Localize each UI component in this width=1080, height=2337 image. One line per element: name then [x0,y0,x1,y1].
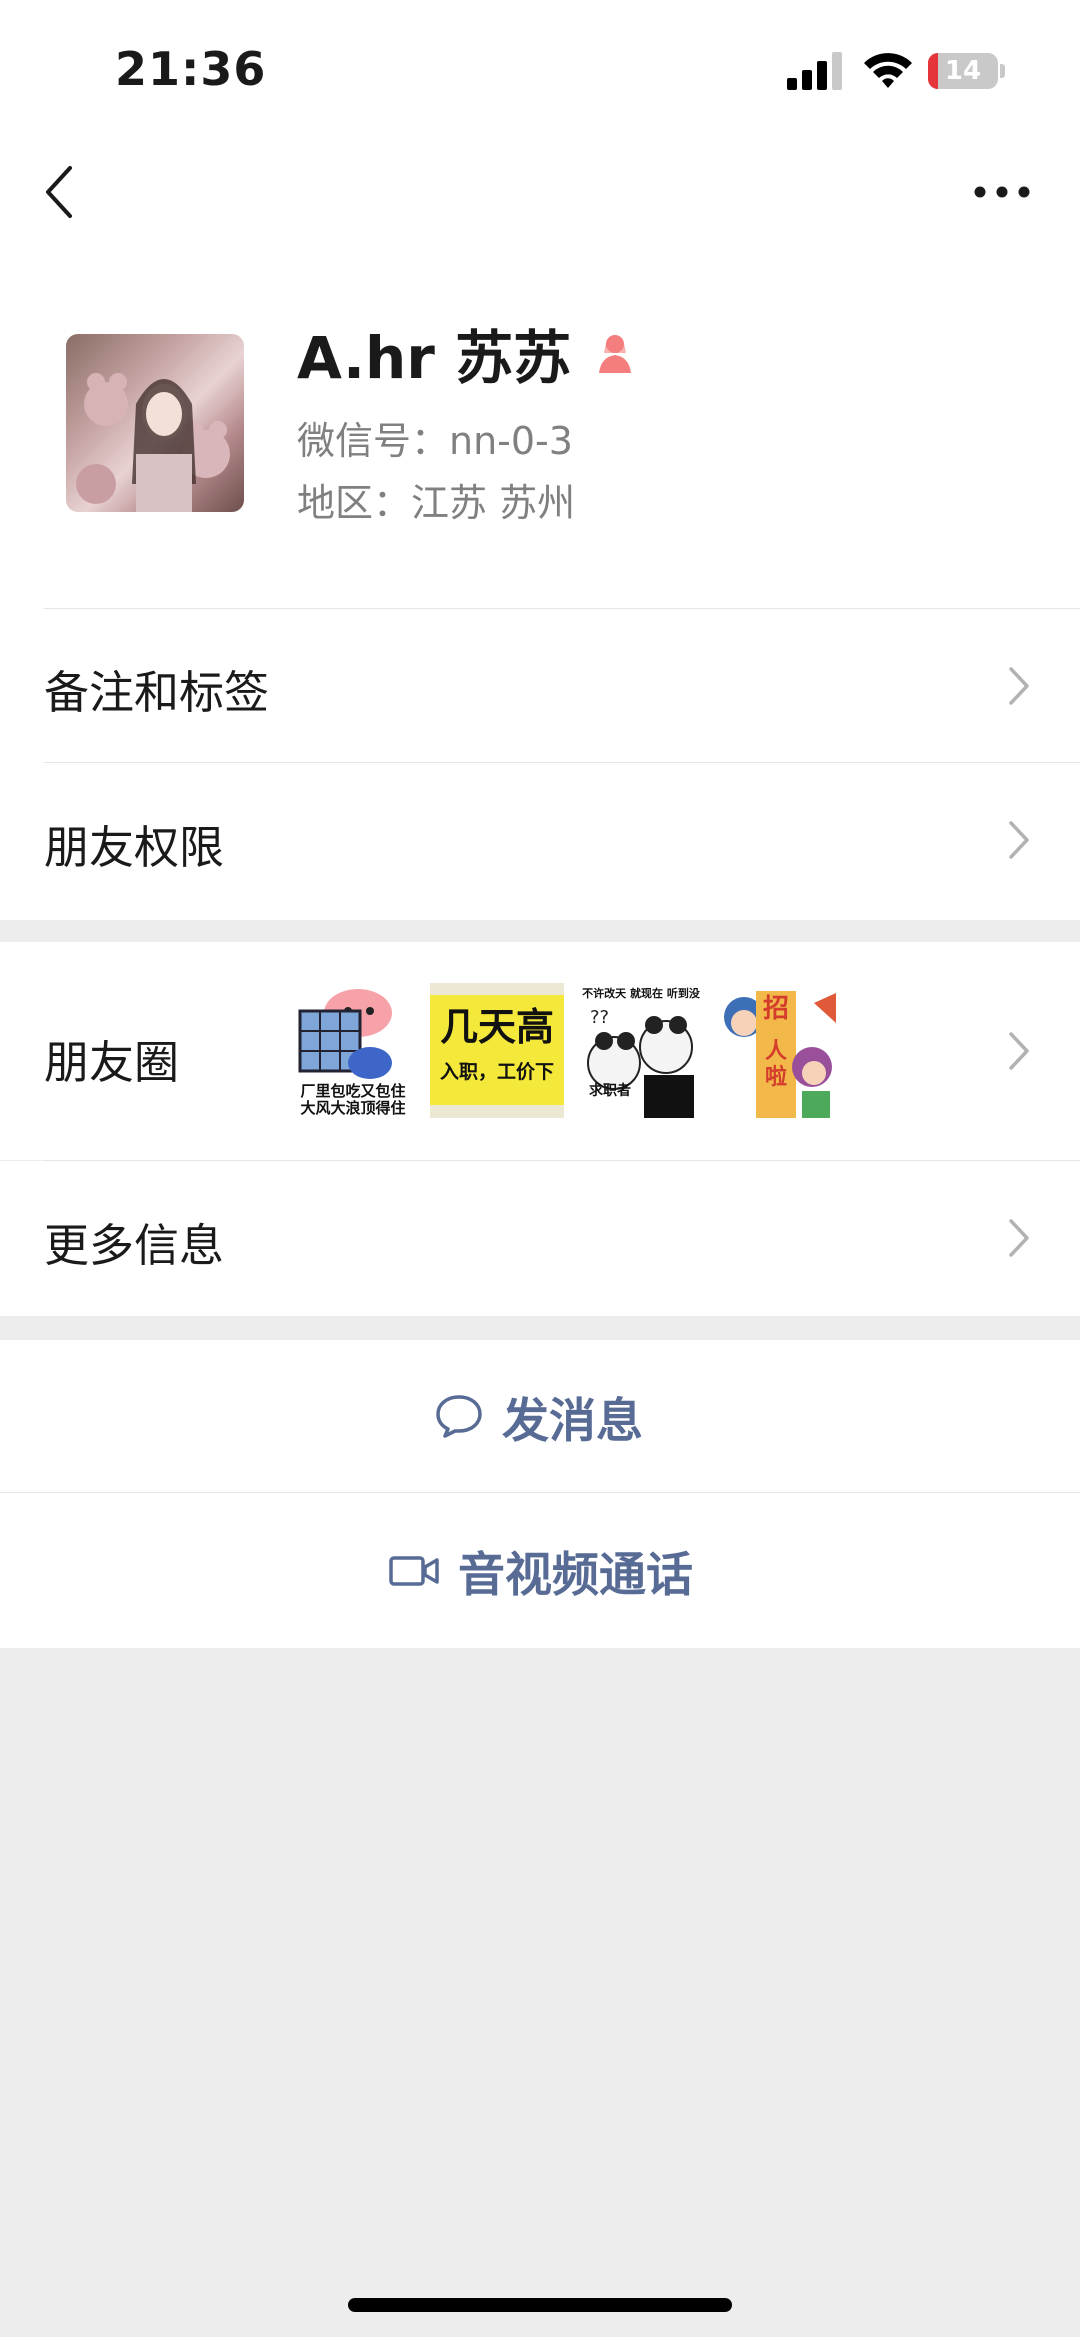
cellular-signal-icon [787,52,842,90]
moments-thumbnails[interactable]: 厂里包吃又包住 大风大浪顶得住 几天高 入职，工价下 不许改天 就现在 听到没 … [286,983,852,1118]
thumb-caption: 大风大浪顶得住 [300,1099,406,1117]
video-camera-icon [389,1555,439,1586]
av-call-label: 音视频通话 [458,1548,693,1603]
moments-thumbnail[interactable]: 不许改天 就现在 听到没 ?? 求职者 [574,983,708,1118]
chevron-right-icon [1009,1032,1029,1070]
female-icon [599,335,632,373]
send-message-label: 发消息 [502,1393,643,1449]
moments-thumbnail[interactable]: 厂里包吃又包住 大风大浪顶得住 [286,983,420,1118]
profile-name: A.hr 苏苏 [297,324,572,392]
moments-thumbnail[interactable]: 招 人 啦 [718,983,852,1118]
wechat-id: 微信号：nn-0-3 [297,419,573,463]
status-time: 21:36 [115,42,267,96]
battery-icon: 14 [928,53,1006,89]
moments-label: 朋友圈 [44,1036,180,1089]
region: 地区：江苏 苏州 [297,481,576,525]
chevron-right-icon [1009,821,1029,859]
chevron-right-icon [1009,1219,1029,1257]
friend-permissions-row[interactable]: 朋友权限 [0,763,1080,918]
avatar[interactable] [66,334,244,512]
back-chevron-icon[interactable] [40,160,80,224]
battery-level: 14 [944,56,982,86]
remarks-tags-label: 备注和标签 [44,666,270,719]
thumb-caption: 求职者 [589,1083,631,1099]
thumb-caption: 人 啦 [764,1039,787,1090]
thumb-caption: 几天高 [439,1005,554,1049]
moments-thumbnail[interactable]: 几天高 入职，工价下 [430,983,564,1118]
wifi-icon [864,53,912,88]
chat-bubble-icon [436,1395,482,1438]
more-info-row[interactable]: 更多信息 [0,1161,1080,1316]
svg-text:??: ?? [590,1007,609,1028]
remarks-tags-row[interactable]: 备注和标签 [0,609,1080,762]
more-dots-icon[interactable] [970,172,1034,212]
send-message-button[interactable]: 发消息 [0,1340,1080,1492]
home-indicator [348,2298,732,2312]
chevron-right-icon [1009,667,1029,705]
friend-permissions-label: 朋友权限 [44,821,225,874]
status-bar: 21:36 14 [0,0,1080,140]
profile-name-row: A.hr 苏苏 [297,318,637,392]
thumb-caption: 入职，工价下 [439,1061,554,1083]
av-call-button[interactable]: 音视频通话 [0,1493,1080,1648]
thumb-caption: 厂里包吃又包住 [300,1082,406,1100]
more-info-label: 更多信息 [44,1219,225,1272]
thumb-caption: 招 [762,994,789,1024]
